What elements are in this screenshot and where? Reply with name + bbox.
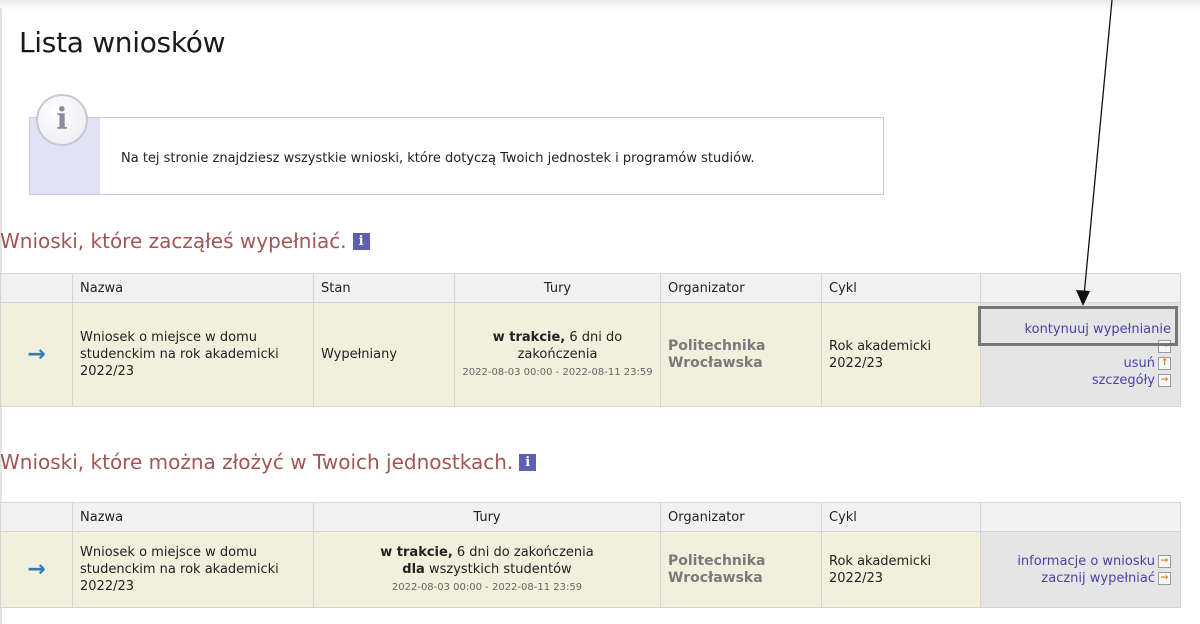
table-row: → Wniosek o miejsce w domu studenckim na… (0, 531, 1181, 608)
header-empty (0, 273, 73, 303)
header-organizator: Organizator (660, 273, 822, 303)
external-link-icon[interactable]: → (1158, 339, 1171, 353)
info-text: Na tej stronie znajdziesz wszystkie wnio… (121, 151, 755, 166)
header-cykl: Cykl (821, 502, 981, 532)
header-actions (980, 502, 1181, 532)
round-remaining: 6 dni do zakończenia (452, 545, 594, 560)
application-status: Wypełniany (313, 302, 455, 407)
header-actions (980, 273, 1181, 303)
arrow-right-icon: → (27, 556, 46, 582)
delete-link[interactable]: usuń ↑ (1123, 355, 1171, 371)
header-tury: Tury (454, 273, 661, 303)
cycle: Rok akademicki 2022/23 (821, 302, 981, 407)
application-info-link[interactable]: informacje o wniosku → (1017, 554, 1171, 569)
row-actions: kontynuuj wypełnianie → usuń ↑ szczegóły → (980, 302, 1181, 407)
row-actions: informacje o wniosku → zacznij wypełniać → (980, 531, 1181, 608)
round-info: w trakcie, 6 dni do zakończenia dla wszy… (313, 531, 661, 608)
info-icon: i (36, 94, 88, 146)
application-name: Wniosek o miejsce w domu studenckim na r… (72, 531, 314, 608)
continue-filling-link[interactable]: kontynuuj wypełnianie (1025, 322, 1171, 337)
organizer: Politechnika Wrocławska (660, 531, 822, 608)
round-status: w trakcie, (492, 330, 566, 345)
header-nazwa: Nazwa (72, 502, 314, 532)
section-title-started-text: Wnioski, które zacząłeś wypełniać. (0, 229, 347, 253)
section-title-available-text: Wnioski, które można złożyć w Twoich jed… (0, 450, 514, 474)
external-link-icon: → (1158, 554, 1171, 568)
application-info-label: informacje o wniosku (1017, 553, 1155, 569)
annotation-arrow-line (1083, 0, 1113, 297)
table-row: → Wniosek o miejsce w domu studenckim na… (0, 302, 1181, 407)
table-header-row: Nazwa Tury Organizator Cykl (0, 502, 1181, 532)
organizer: Politechnika Wrocławska (660, 302, 822, 407)
header-tury: Tury (313, 502, 661, 532)
round-dates: 2022-08-03 00:00 - 2022-08-11 23:59 (462, 367, 653, 378)
row-arrow-cell: → (0, 302, 73, 407)
details-link-label: szczegóły (1091, 372, 1155, 388)
header-stan: Stan (313, 273, 455, 303)
round-status: w trakcie, (380, 545, 453, 560)
section-title-started: Wnioski, które zacząłeś wypełniać. i (0, 229, 370, 253)
application-name: Wniosek o miejsce w domu studenckim na r… (72, 302, 314, 407)
round-audience: wszystkich studentów (424, 562, 572, 577)
cycle: Rok akademicki 2022/23 (821, 531, 981, 608)
header-cykl: Cykl (821, 273, 981, 303)
header-organizator: Organizator (660, 502, 822, 532)
started-applications-table: Nazwa Stan Tury Organizator Cykl → Wnios… (0, 273, 1181, 407)
available-applications-table: Nazwa Tury Organizator Cykl → Wniosek o … (0, 502, 1181, 608)
details-link[interactable]: szczegóły → (1092, 373, 1171, 388)
section-title-available: Wnioski, które można złożyć w Twoich jed… (0, 450, 537, 474)
round-info: w trakcie, 6 dni do zakończenia 2022-08-… (454, 302, 661, 407)
arrow-right-icon: → (27, 341, 46, 367)
start-filling-label: zacznij wypełniać (1041, 570, 1155, 586)
row-arrow-cell: → (0, 531, 73, 608)
round-audience-bold: dla (402, 562, 425, 577)
help-info-icon[interactable]: i (519, 453, 537, 471)
page-title: Lista wniosków (19, 26, 226, 59)
round-dates: 2022-08-03 00:00 - 2022-08-11 23:59 (391, 582, 583, 593)
arrow-up-icon: ↑ (1158, 356, 1171, 370)
external-link-icon: → (1158, 571, 1171, 585)
header-nazwa: Nazwa (72, 273, 314, 303)
info-box: i Na tej stronie znajdziesz wszystkie wn… (29, 94, 884, 195)
header-empty (0, 502, 73, 532)
help-info-icon[interactable]: i (352, 232, 370, 250)
external-link-icon: → (1158, 373, 1171, 387)
top-bar (0, 0, 1200, 10)
table-header-row: Nazwa Stan Tury Organizator Cykl (0, 273, 1181, 303)
delete-link-label: usuń (1123, 355, 1156, 371)
start-filling-link[interactable]: zacznij wypełniać → (1041, 571, 1171, 586)
